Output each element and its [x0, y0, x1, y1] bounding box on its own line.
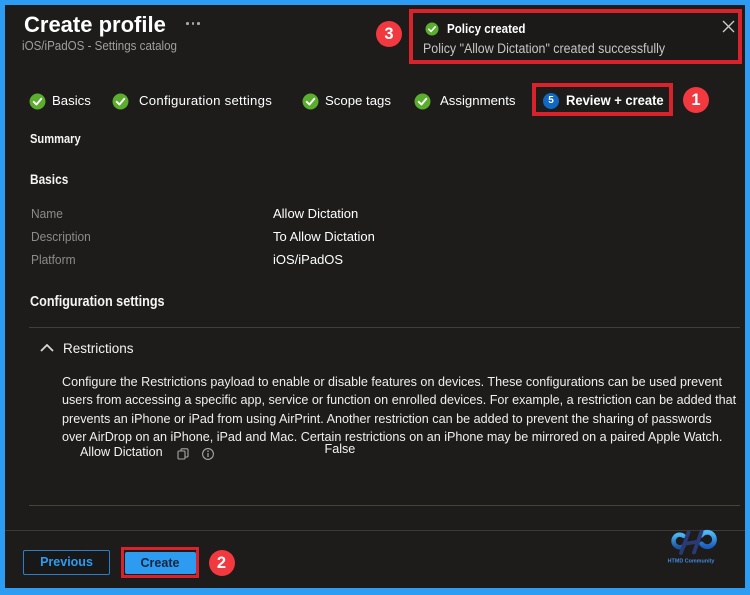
svg-text:HTMD Community: HTMD Community	[668, 559, 715, 565]
